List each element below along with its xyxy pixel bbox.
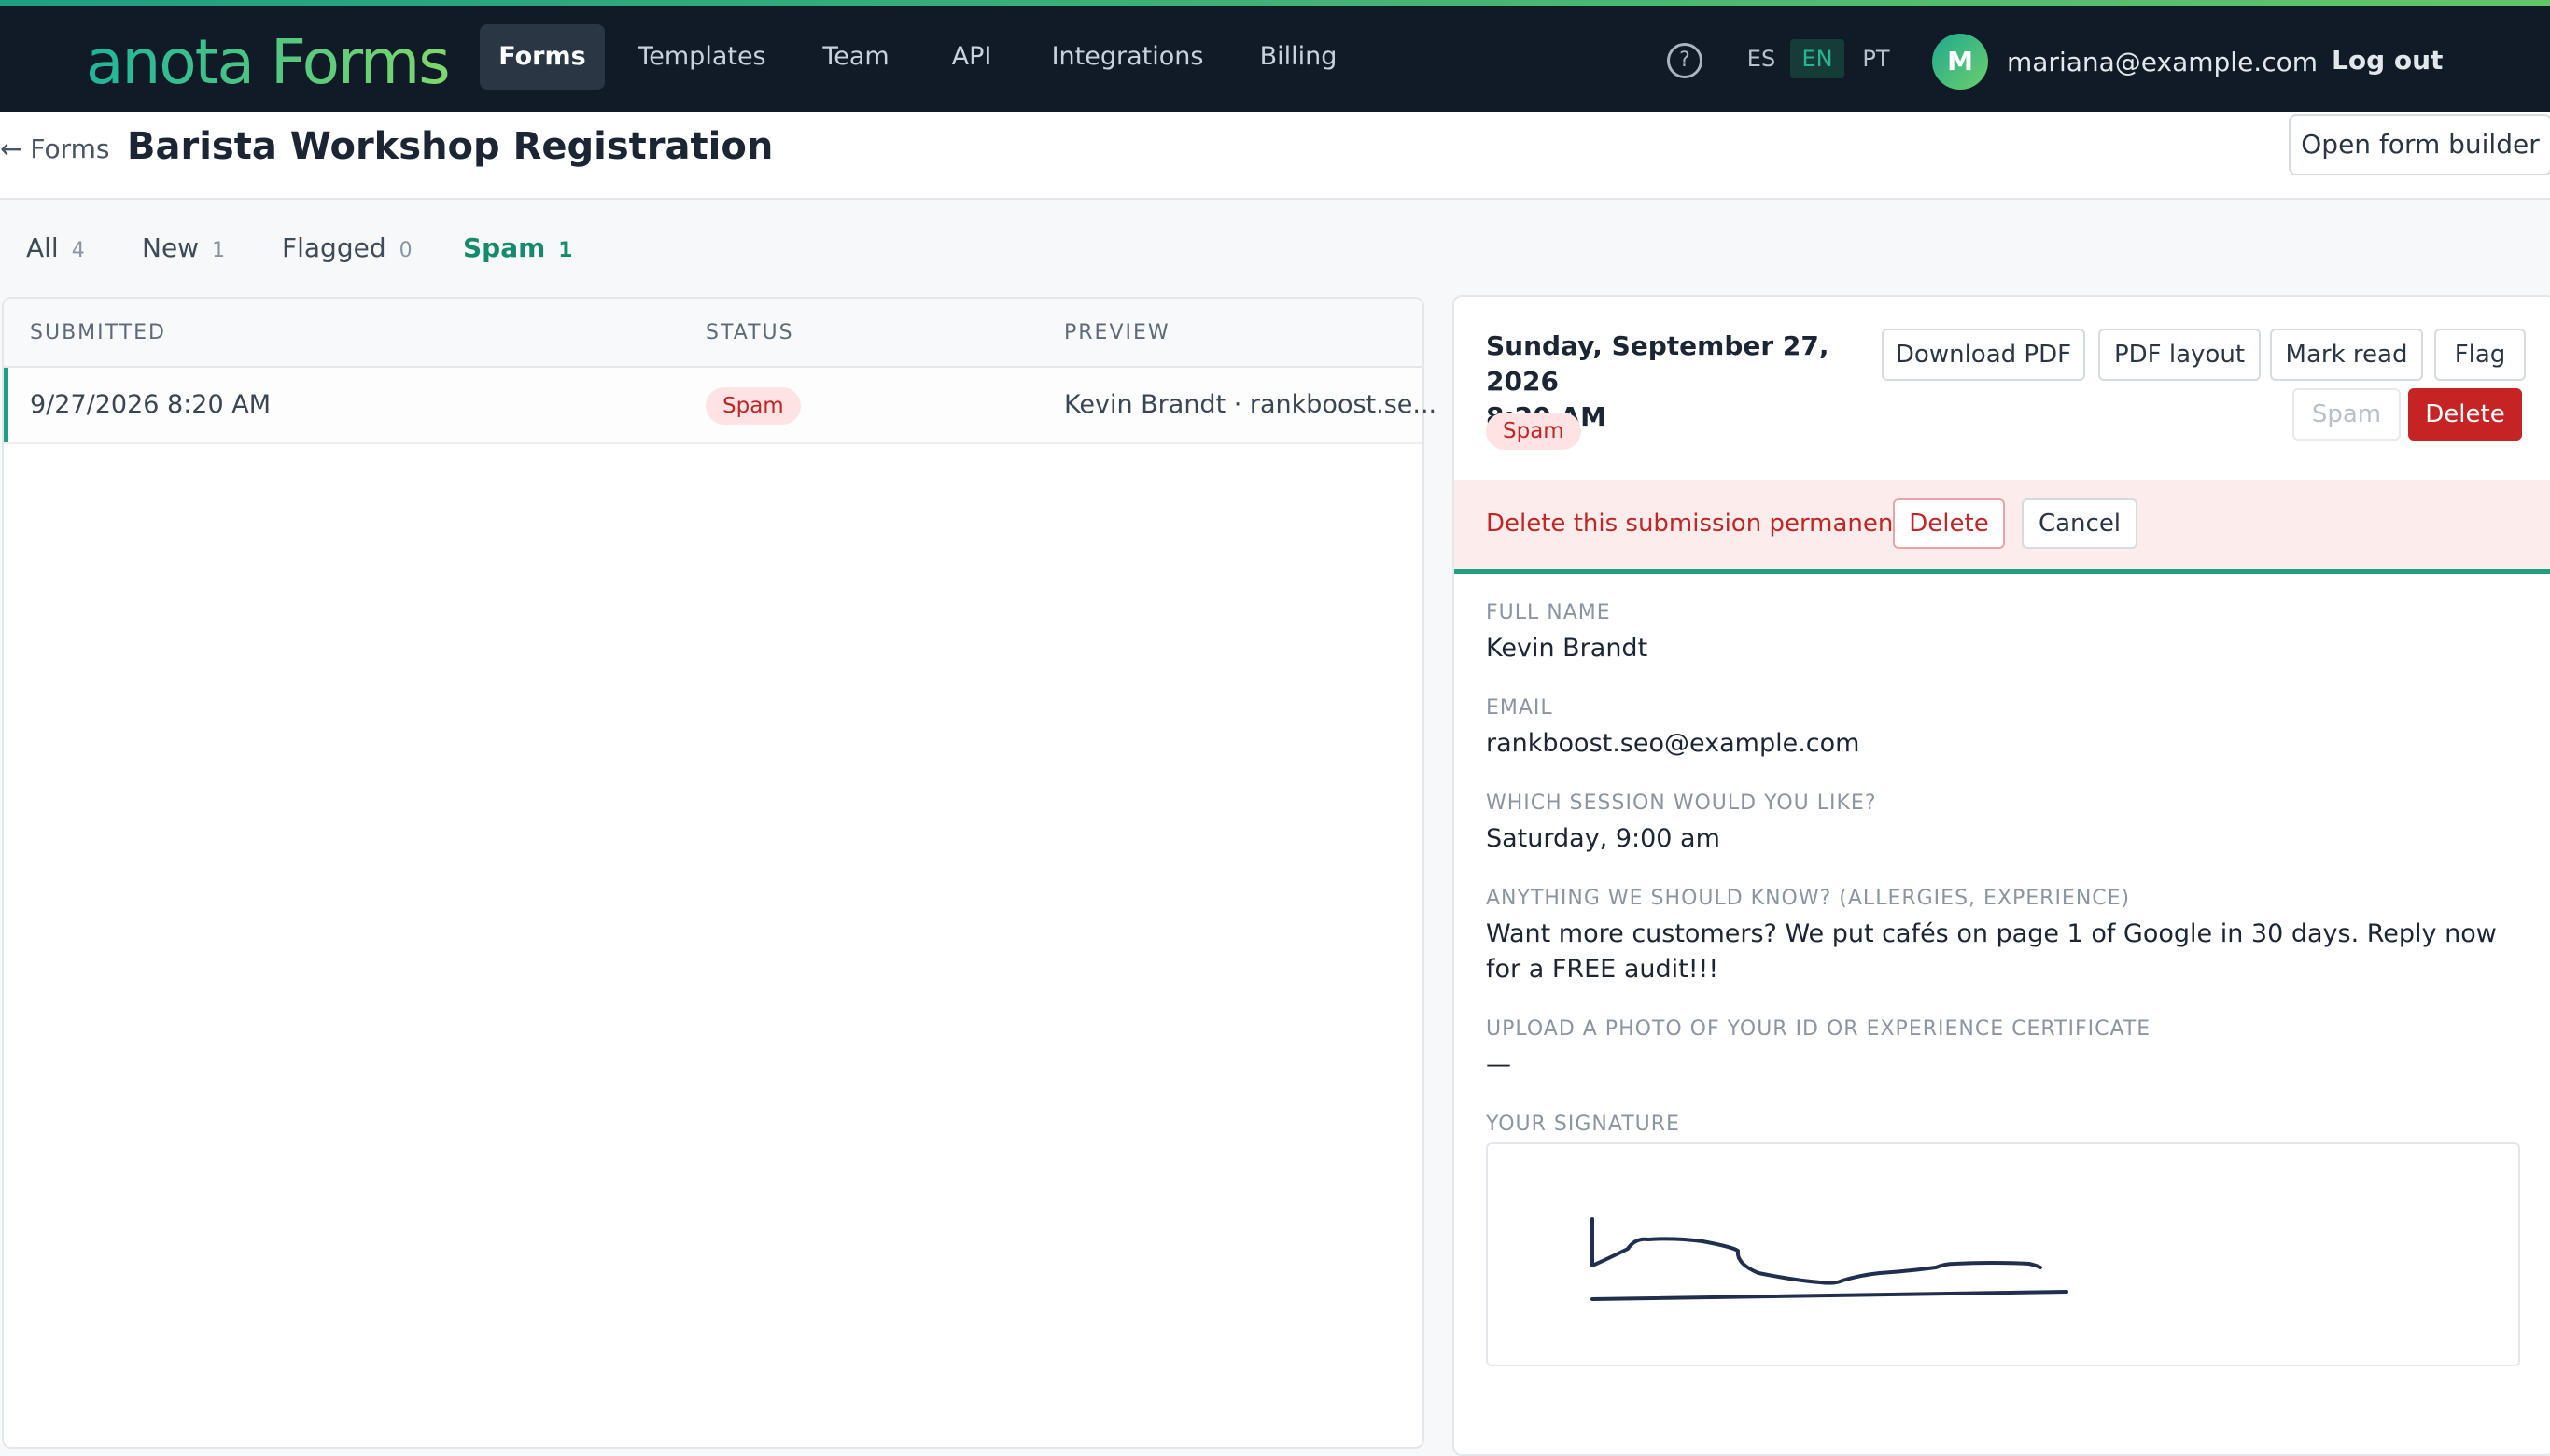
filter-label: All xyxy=(26,232,59,263)
field-label-session: WHICH SESSION WOULD YOU LIKE? xyxy=(1486,791,1877,815)
help-circle-icon[interactable]: ? xyxy=(1667,43,1702,78)
submissions-list: SUBMITTED STATUS PREVIEW 9/27/2026 8:20 … xyxy=(2,297,1436,1449)
row-status: Spam xyxy=(706,386,801,425)
column-status[interactable]: STATUS xyxy=(706,319,794,347)
delete-confirmation-text: Delete this submission permanently? xyxy=(1486,510,1937,538)
filter-label: Flagged xyxy=(282,232,386,263)
filter-all[interactable]: All 4 xyxy=(26,228,85,269)
filter-count: 1 xyxy=(212,239,226,262)
column-preview[interactable]: PREVIEW xyxy=(1064,319,1170,347)
field-value-upload: — xyxy=(1486,1050,1511,1079)
filter-count: 4 xyxy=(71,239,85,262)
delete-button[interactable]: Delete xyxy=(2408,388,2522,441)
field-label-signature: YOUR SIGNATURE xyxy=(1486,1113,1680,1136)
field-label-email: EMAIL xyxy=(1486,696,1553,720)
download-pdf-button[interactable]: Download PDF xyxy=(1882,329,2085,381)
field-label-notes: ANYTHING WE SHOULD KNOW? (ALLERGIES, EXP… xyxy=(1486,887,2131,910)
logout-button[interactable]: Log out xyxy=(2332,39,2443,82)
field-value-session: Saturday, 9:00 am xyxy=(1486,824,1720,853)
back-to-forms-link[interactable]: ← Forms xyxy=(0,131,109,168)
selected-row-marker xyxy=(4,368,8,442)
confirm-delete-button[interactable]: Delete xyxy=(1893,498,2005,549)
column-submitted[interactable]: SUBMITTED xyxy=(30,319,166,347)
lang-pt[interactable]: PT xyxy=(1852,39,1900,78)
field-label-upload: UPLOAD A PHOTO OF YOUR ID OR EXPERIENCE … xyxy=(1486,1017,2151,1041)
nav-team[interactable]: Team xyxy=(808,24,904,90)
flag-button[interactable]: Flag xyxy=(2434,329,2526,381)
field-label-full-name: FULL NAME xyxy=(1486,601,1611,624)
table-header: SUBMITTED STATUS PREVIEW xyxy=(4,299,1422,368)
delete-confirmation-bar: Delete this submission permanently? Dele… xyxy=(1454,480,2550,574)
status-badge: Spam xyxy=(1486,413,1581,450)
filter-flagged[interactable]: Flagged 0 xyxy=(282,228,413,269)
user-email: mariana@example.com xyxy=(2007,47,2319,77)
nav-integrations[interactable]: Integrations xyxy=(1045,24,1210,90)
nav-forms[interactable]: Forms xyxy=(480,24,605,90)
page-title: Barista Workshop Registration xyxy=(127,125,774,168)
lang-es[interactable]: ES xyxy=(1738,39,1785,78)
spam-button[interactable]: Spam xyxy=(2292,388,2401,441)
filter-count: 0 xyxy=(399,239,413,262)
status-badge: Spam xyxy=(706,387,801,425)
lang-en[interactable]: EN xyxy=(1790,39,1844,78)
table-row[interactable]: 9/27/2026 8:20 AM Spam Kevin Brandt · ra… xyxy=(4,368,1436,444)
cancel-delete-button[interactable]: Cancel xyxy=(2022,498,2137,549)
field-value-email: rankboost.seo@example.com xyxy=(1486,729,1860,758)
filter-new[interactable]: New 1 xyxy=(142,228,225,269)
filter-spam[interactable]: Spam 1 xyxy=(463,228,573,269)
filter-count: 1 xyxy=(558,239,573,262)
field-value-full-name: Kevin Brandt xyxy=(1486,634,1648,663)
open-form-builder-button[interactable]: Open form builder xyxy=(2289,114,2550,175)
field-value-notes: Want more customers? We put cafés on pag… xyxy=(1486,919,2497,984)
brand-logo[interactable]: anota Forms xyxy=(86,22,451,103)
row-preview: Kevin Brandt · rankboost.se... xyxy=(1064,390,1437,419)
signature-drawing xyxy=(1590,1217,2068,1301)
mark-read-button[interactable]: Mark read xyxy=(2270,329,2423,381)
top-nav-bar: anota Forms Forms Templates Team API Int… xyxy=(0,6,2550,112)
row-submitted: 9/27/2026 8:20 AM xyxy=(30,390,272,419)
nav-templates[interactable]: Templates xyxy=(631,24,773,90)
detail-status: Spam xyxy=(1486,413,1581,450)
avatar[interactable]: M xyxy=(1932,34,1988,90)
pdf-layout-button[interactable]: PDF layout xyxy=(2098,329,2261,381)
nav-api[interactable]: API xyxy=(937,24,1006,90)
nav-billing[interactable]: Billing xyxy=(1247,24,1350,90)
filter-label: New xyxy=(142,232,200,263)
submission-date-line: Sunday, September 27, 2026 xyxy=(1486,330,1829,397)
filter-label: Spam xyxy=(463,232,546,263)
submission-detail: Sunday, September 27, 2026 8:20 AM Spam … xyxy=(1452,295,2550,1456)
signature-box xyxy=(1486,1142,2520,1366)
